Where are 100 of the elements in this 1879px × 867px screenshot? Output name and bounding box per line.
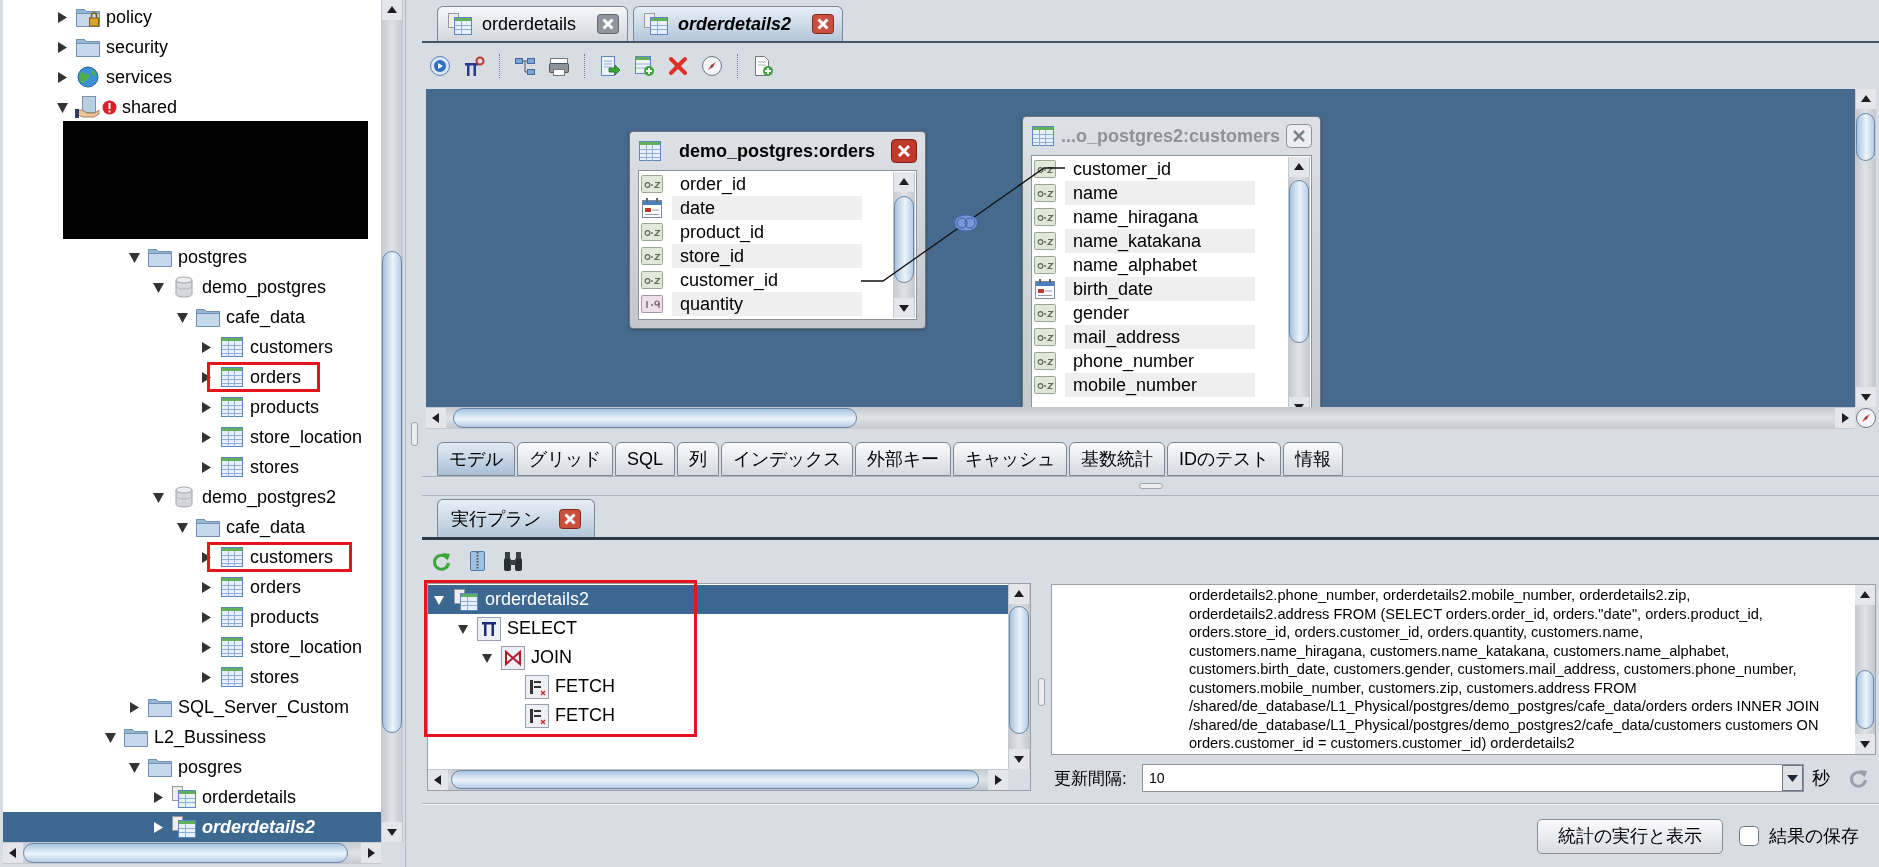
table-window[interactable]: demo_postgres:orders order_id date product_id store_id customer_id quantity: [629, 131, 926, 329]
tree-item[interactable]: orderdetails2: [202, 816, 316, 838]
scroll-down-icon[interactable]: [894, 298, 914, 318]
tree-item[interactable]: products: [250, 606, 320, 628]
scroll-thumb[interactable]: [1856, 113, 1875, 161]
tree-item[interactable]: postgres: [178, 246, 248, 268]
splitter-handle[interactable]: [1138, 483, 1163, 489]
caret-right-icon[interactable]: [201, 641, 212, 653]
tree-item[interactable]: products: [250, 396, 320, 418]
editor-tab[interactable]: orderdetails: [437, 6, 629, 41]
splitter-handle[interactable]: [1037, 678, 1045, 706]
tree-item[interactable]: customers: [250, 336, 334, 358]
scroll-thumb[interactable]: [451, 770, 979, 789]
join-icon[interactable]: [954, 214, 978, 232]
view-tab[interactable]: 列: [677, 442, 720, 476]
scroll-up-icon[interactable]: [1855, 585, 1875, 605]
caret-down-icon[interactable]: [57, 101, 68, 113]
vertical-scrollbar[interactable]: [1855, 89, 1876, 407]
caret-down-icon[interactable]: [458, 623, 468, 634]
scroll-right-icon[interactable]: [988, 769, 1008, 790]
vertical-scrollbar[interactable]: [381, 0, 403, 842]
tree-item[interactable]: orderdetails: [202, 786, 297, 808]
scroll-right-icon[interactable]: [1835, 408, 1855, 428]
caret-down-icon[interactable]: [177, 311, 188, 323]
caret-right-icon[interactable]: [201, 461, 212, 473]
horizontal-scrollbar[interactable]: [426, 407, 1855, 429]
checkbox[interactable]: [1738, 825, 1760, 847]
vertical-scrollbar[interactable]: [1288, 157, 1310, 407]
caret-down-icon[interactable]: [153, 491, 164, 503]
caret-right-icon[interactable]: [201, 611, 212, 623]
binoculars-icon[interactable]: [502, 549, 524, 572]
tree-item[interactable]: SQL_Server_Custom: [178, 696, 350, 718]
scroll-right-icon[interactable]: [361, 843, 381, 863]
tree-item[interactable]: store_location: [250, 636, 363, 658]
scroll-up-icon[interactable]: [1289, 157, 1309, 177]
plan-node[interactable]: FETCH: [555, 676, 615, 697]
run-statistics-button[interactable]: 統計の実行と表示: [1537, 818, 1723, 854]
view-tab[interactable]: 基数統計: [1069, 442, 1166, 476]
caret-down-icon[interactable]: [153, 281, 164, 293]
column-name[interactable]: date: [672, 196, 862, 220]
caret-right-icon[interactable]: [129, 701, 140, 713]
scroll-thumb[interactable]: [453, 408, 857, 428]
column-name[interactable]: customer_id: [672, 268, 862, 292]
scroll-thumb[interactable]: [23, 843, 348, 863]
caret-right-icon[interactable]: [201, 551, 212, 563]
scroll-thumb[interactable]: [1289, 180, 1309, 343]
column-name[interactable]: gender: [1065, 301, 1255, 325]
view-tab[interactable]: 情報: [1283, 442, 1344, 476]
scroll-down-icon[interactable]: [1855, 734, 1875, 754]
column-name[interactable]: name: [1065, 181, 1255, 205]
tree-item[interactable]: stores: [250, 666, 300, 688]
caret-right-icon[interactable]: [57, 71, 68, 83]
column-name[interactable]: name_katakana: [1065, 229, 1255, 253]
vertical-scrollbar[interactable]: [1855, 585, 1875, 754]
editor-tab[interactable]: orderdetails2: [633, 6, 844, 41]
export-icon[interactable]: [599, 55, 621, 77]
column-name[interactable]: store_id: [672, 244, 862, 268]
tree-item[interactable]: cafe_data: [226, 516, 306, 538]
tree-item[interactable]: stores: [250, 456, 300, 478]
delete-icon[interactable]: [667, 55, 689, 77]
caret-right-icon[interactable]: [201, 431, 212, 443]
plan-node[interactable]: SELECT: [507, 618, 578, 639]
scroll-down-icon[interactable]: [1855, 387, 1876, 407]
interval-combobox[interactable]: 10: [1142, 764, 1804, 792]
column-name[interactable]: name_alphabet: [1065, 253, 1255, 277]
document-add-icon[interactable]: [752, 55, 774, 77]
printer-icon[interactable]: [548, 55, 570, 77]
scroll-up-icon[interactable]: [382, 0, 402, 20]
caret-right-icon[interactable]: [57, 11, 68, 23]
tree-item[interactable]: orders: [250, 366, 302, 388]
tree-item[interactable]: orders: [250, 576, 302, 598]
column-name[interactable]: order_id: [672, 172, 862, 196]
tree-item[interactable]: shared: [122, 96, 178, 118]
caret-right-icon[interactable]: [201, 671, 212, 683]
view-tab[interactable]: SQL: [615, 442, 676, 476]
pi-ring-icon[interactable]: [463, 55, 485, 77]
plan-node[interactable]: orderdetails2: [485, 589, 590, 610]
scroll-thumb[interactable]: [1856, 670, 1874, 729]
compass-icon[interactable]: [1854, 407, 1877, 429]
column-name[interactable]: mobile_number: [1065, 373, 1255, 397]
close-icon[interactable]: [597, 14, 620, 34]
view-tab[interactable]: モデル: [437, 442, 515, 476]
caret-right-icon[interactable]: [201, 581, 212, 593]
scroll-left-icon[interactable]: [428, 769, 448, 790]
tree-item[interactable]: demo_postgres2: [202, 486, 337, 508]
caret-right-icon[interactable]: [201, 371, 212, 383]
scroll-down-icon[interactable]: [382, 822, 402, 842]
tree-item[interactable]: cafe_data: [226, 306, 306, 328]
tree-item[interactable]: services: [106, 66, 172, 88]
plan-node[interactable]: JOIN: [531, 647, 572, 668]
close-icon[interactable]: [559, 508, 581, 529]
caret-right-icon[interactable]: [201, 341, 212, 353]
plan-node[interactable]: FETCH: [555, 705, 615, 726]
column-name[interactable]: name_hiragana: [1065, 205, 1255, 229]
tree-item[interactable]: demo_postgres: [202, 276, 327, 298]
table-add-icon[interactable]: [633, 55, 655, 77]
horizontal-scrollbar[interactable]: [428, 769, 1008, 790]
column-name[interactable]: birth_date: [1065, 277, 1255, 301]
tree-item[interactable]: store_location: [250, 426, 363, 448]
caret-right-icon[interactable]: [153, 791, 164, 803]
